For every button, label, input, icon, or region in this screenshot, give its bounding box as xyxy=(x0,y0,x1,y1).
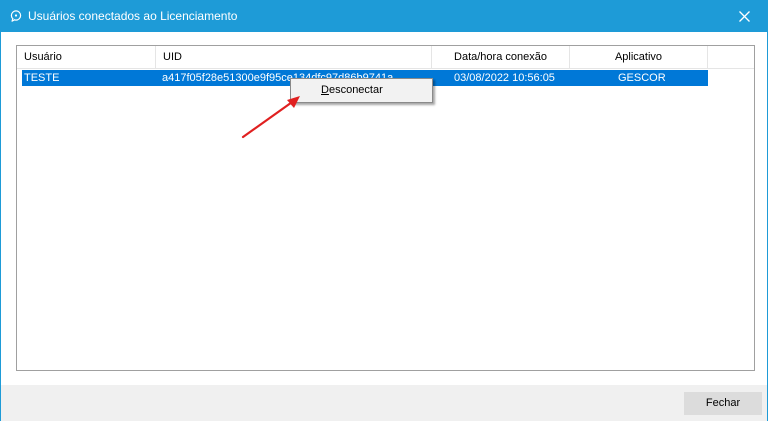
chat-bubble-icon xyxy=(10,10,22,22)
context-menu: Desconectar xyxy=(290,78,433,103)
annotation-arrow-icon xyxy=(241,96,300,139)
list-header: Usuário UID Data/hora conexão Aplicativo xyxy=(17,46,754,69)
footer-bar xyxy=(1,385,767,421)
cell-aplicativo: GESCOR xyxy=(618,72,666,84)
column-header-uid[interactable]: UID xyxy=(156,46,432,69)
cell-usuario: TESTE xyxy=(24,72,60,84)
close-icon xyxy=(738,11,750,22)
fechar-button[interactable]: Fechar xyxy=(684,392,762,415)
title-bar[interactable]: Usuários conectados ao Licenciamento xyxy=(1,1,767,32)
menu-item-desconectar[interactable]: Desconectar xyxy=(293,81,430,100)
column-header-usuario[interactable]: Usuário xyxy=(17,46,156,69)
dialog-window: Usuários conectados ao Licenciamento Usu… xyxy=(0,0,768,421)
cell-data-hora: 03/08/2022 10:56:05 xyxy=(454,72,555,84)
column-header-data-hora[interactable]: Data/hora conexão xyxy=(432,46,570,69)
column-header-aplicativo[interactable]: Aplicativo xyxy=(570,46,708,69)
window-title: Usuários conectados ao Licenciamento xyxy=(28,9,238,23)
close-button[interactable] xyxy=(721,1,767,32)
